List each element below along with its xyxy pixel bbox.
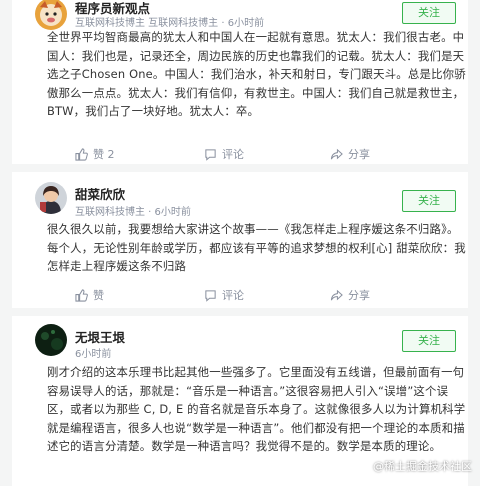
author-meta: 互联网科技博主 · 6小时前 [75,207,191,218]
comment-icon [205,148,216,161]
share-button[interactable]: 分享 [330,142,370,164]
author-meta: 6小时前 [75,349,112,360]
comment-label: 评论 [222,148,244,161]
mention-link[interactable]: 甜菜欣欣 [396,241,442,255]
share-label: 分享 [348,148,370,161]
author-meta: 互联网科技博主 互联网科技博主 · 6小时前 [75,18,265,29]
post-text: 刚才介绍的这本乐理书比起其他一些强多了。它里面没有五线谱，但最前面有一句容易误导… [47,365,466,453]
comment-icon [205,289,216,302]
comment-button[interactable]: 评论 [204,142,244,164]
like-count: 赞 2 [93,148,115,161]
like-label: 赞 [93,289,104,302]
watermark: @稀土掘金技术社区 [373,460,472,473]
share-label: 分享 [348,289,370,302]
post-actions: 赞 评论 分享 [12,283,468,307]
avatar[interactable] [35,0,67,30]
share-icon [330,148,343,159]
follow-button[interactable]: 关注 [402,190,456,212]
post-card-1: 程序员新观点 互联网科技博主 互联网科技博主 · 6小时前 关注 全世界平均智商… [12,0,468,164]
thumb-up-icon [75,288,88,302]
post-card-2: 甜菜欣欣 互联网科技博主 · 6小时前 关注 很久很久以前，我要想给大家讲这个故… [12,172,468,308]
author-name[interactable]: 甜菜欣欣 [75,184,125,203]
share-button[interactable]: 分享 [330,283,370,307]
like-button[interactable]: 赞 2 [75,142,115,164]
avatar[interactable] [35,182,67,214]
avatar[interactable] [35,324,67,356]
author-name[interactable]: 无垠王垠 [75,327,125,346]
comment-label: 评论 [222,289,244,302]
comment-button[interactable]: 评论 [204,283,244,307]
post-actions: 赞 2 评论 分享 [12,142,468,164]
share-icon [330,289,343,300]
follow-button[interactable]: 关注 [402,330,456,352]
thumb-up-icon [75,147,88,161]
follow-button[interactable]: 关注 [402,2,456,24]
post-text: 很久很久以前，我要想给大家讲这个故事——《我怎样走上程序媛这条不归路》。每个人，… [47,220,467,276]
like-button[interactable]: 赞 [75,283,104,307]
post-text: 全世界平均智商最高的犹太人和中国人在一起就有意思。犹太人：我们很古老。中国人：我… [47,30,466,118]
